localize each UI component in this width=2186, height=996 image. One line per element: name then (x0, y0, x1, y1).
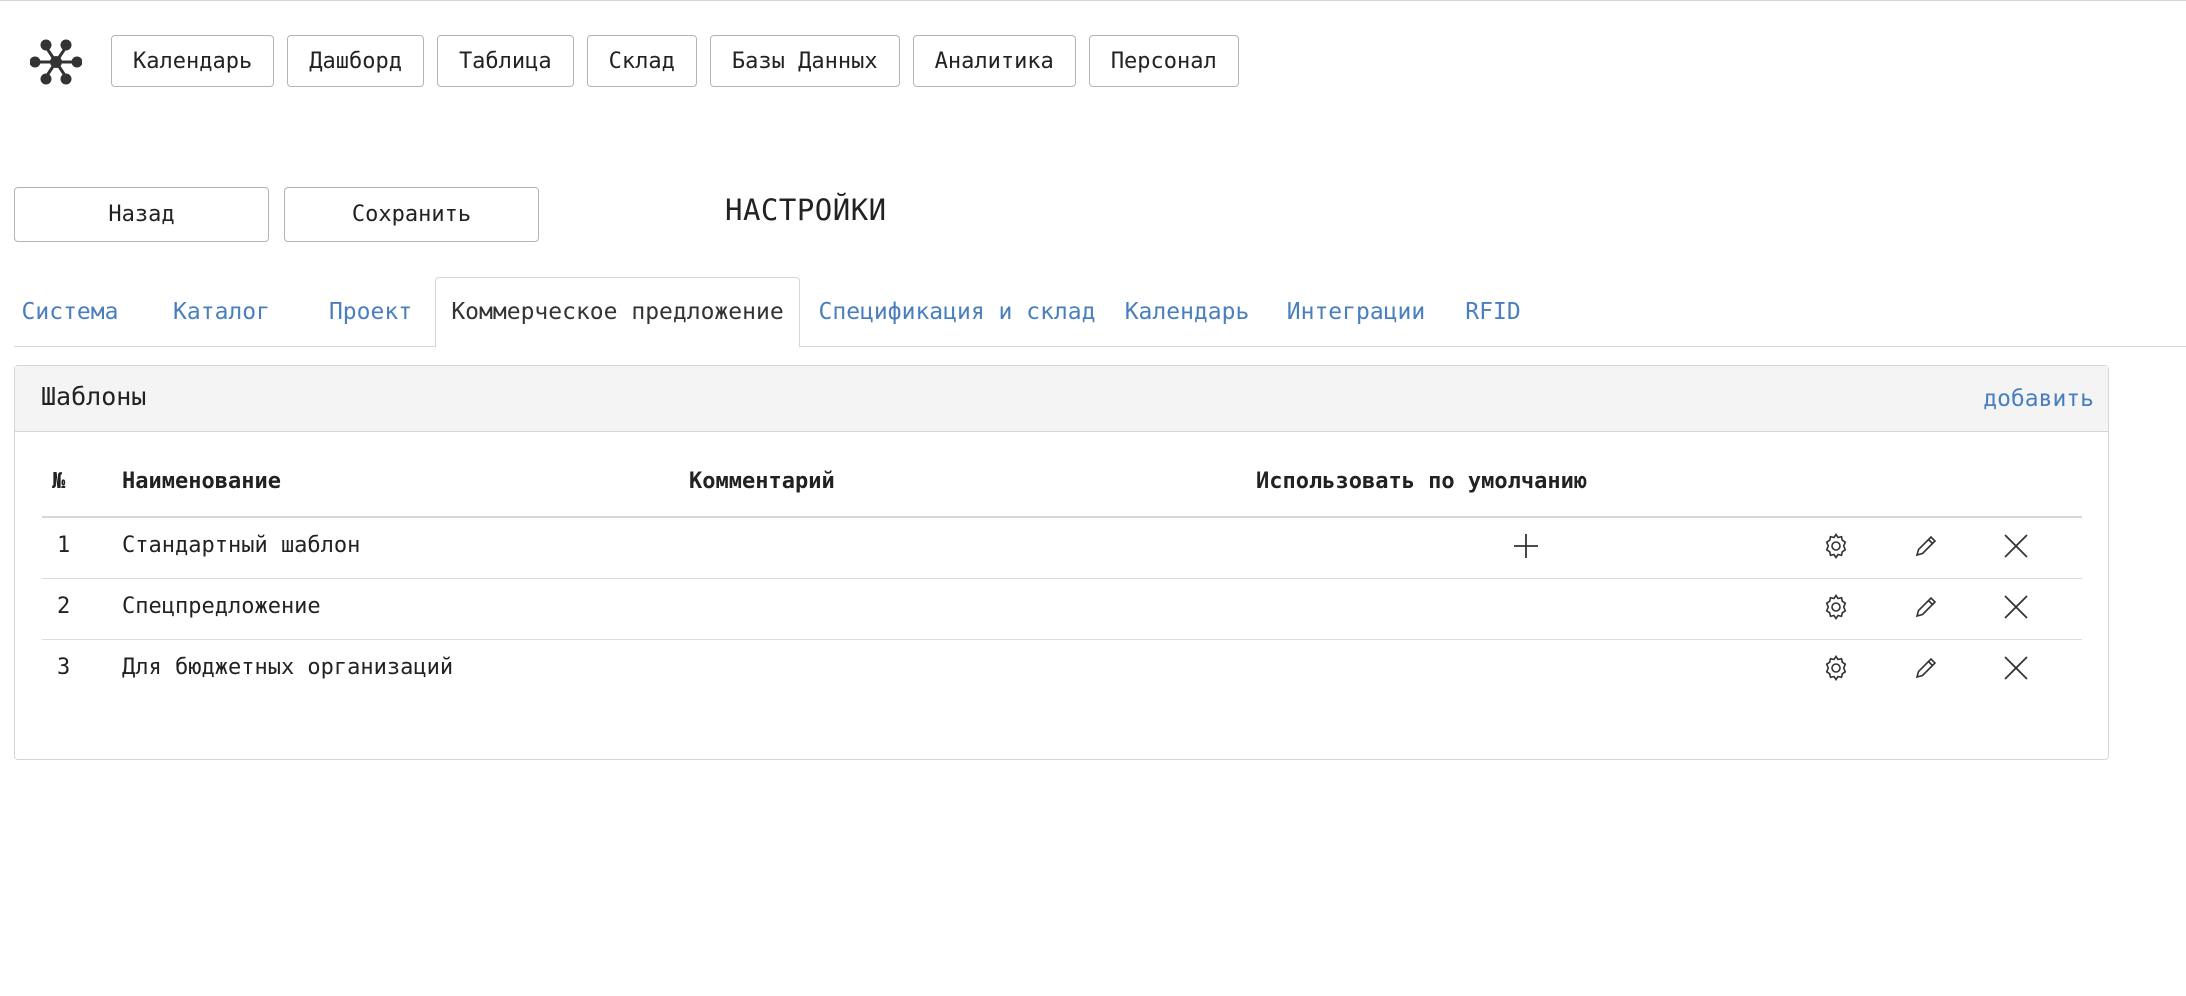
settings-tabs: Система Каталог Проект Коммерческое пред… (14, 277, 2186, 348)
column-header-default: Использовать по умолчанию (1256, 469, 1588, 494)
row-name: Для бюджетных организаций (122, 655, 454, 680)
tab-integrations[interactable]: Интеграции (1286, 277, 1426, 347)
add-template-link[interactable]: добавить (1983, 386, 2094, 412)
tab-catalog[interactable]: Каталог (158, 277, 285, 347)
pencil-icon[interactable] (1911, 531, 1941, 561)
plus-icon (1511, 531, 1541, 561)
row-num: 1 (57, 533, 71, 558)
gear-icon[interactable] (1821, 653, 1851, 683)
molecule-logo-icon[interactable] (30, 38, 82, 86)
nav-dashboard-button[interactable]: Дашборд (287, 35, 424, 87)
tab-system[interactable]: Система (14, 277, 126, 347)
close-icon[interactable] (2001, 531, 2031, 561)
gear-icon[interactable] (1821, 531, 1851, 561)
pencil-icon[interactable] (1911, 592, 1941, 622)
row-num: 3 (57, 655, 71, 680)
pencil-icon[interactable] (1911, 653, 1941, 683)
close-icon[interactable] (2001, 653, 2031, 683)
tab-calendar[interactable]: Календарь (1120, 277, 1254, 347)
tab-commercial-offer[interactable]: Коммерческое предложение (435, 277, 800, 348)
nav-staff-button[interactable]: Персонал (1088, 35, 1239, 87)
nav-table-button[interactable]: Таблица (436, 35, 574, 87)
templates-panel: Шаблоны добавить № Наименование Коммента… (14, 365, 2109, 760)
table-row: 3 Для бюджетных организаций (42, 640, 2082, 701)
gear-icon[interactable] (1821, 592, 1851, 622)
page-title: НАСТРОЙКИ (725, 193, 887, 227)
save-button[interactable]: Сохранить (284, 187, 539, 242)
nav-databases-button[interactable]: Базы Данных (709, 35, 900, 87)
nav-analytics-button[interactable]: Аналитика (912, 35, 1076, 87)
column-header-comment: Комментарий (689, 469, 835, 494)
tab-project[interactable]: Проект (315, 277, 426, 347)
table-row: 2 Спецпредложение (42, 579, 2082, 640)
top-nav: Календарь Дашборд Таблица Склад Базы Дан… (111, 35, 1239, 87)
nav-warehouse-button[interactable]: Склад (586, 35, 697, 87)
column-header-num: № (52, 469, 66, 494)
close-icon[interactable] (2001, 592, 2031, 622)
back-button[interactable]: Назад (14, 187, 269, 242)
column-header-name: Наименование (122, 469, 281, 494)
nav-calendar-button[interactable]: Календарь (111, 35, 275, 87)
row-num: 2 (57, 594, 71, 619)
panel-title: Шаблоны (41, 382, 147, 411)
templates-panel-header: Шаблоны добавить (15, 366, 2108, 432)
row-name: Спецпредложение (122, 594, 321, 619)
tab-rfid[interactable]: RFID (1463, 277, 1523, 347)
top-divider (0, 0, 2186, 1)
tab-specification-warehouse[interactable]: Спецификация и склад (814, 277, 1100, 347)
table-row: 1 Стандартный шаблон (42, 518, 2082, 579)
row-name: Стандартный шаблон (122, 533, 361, 558)
